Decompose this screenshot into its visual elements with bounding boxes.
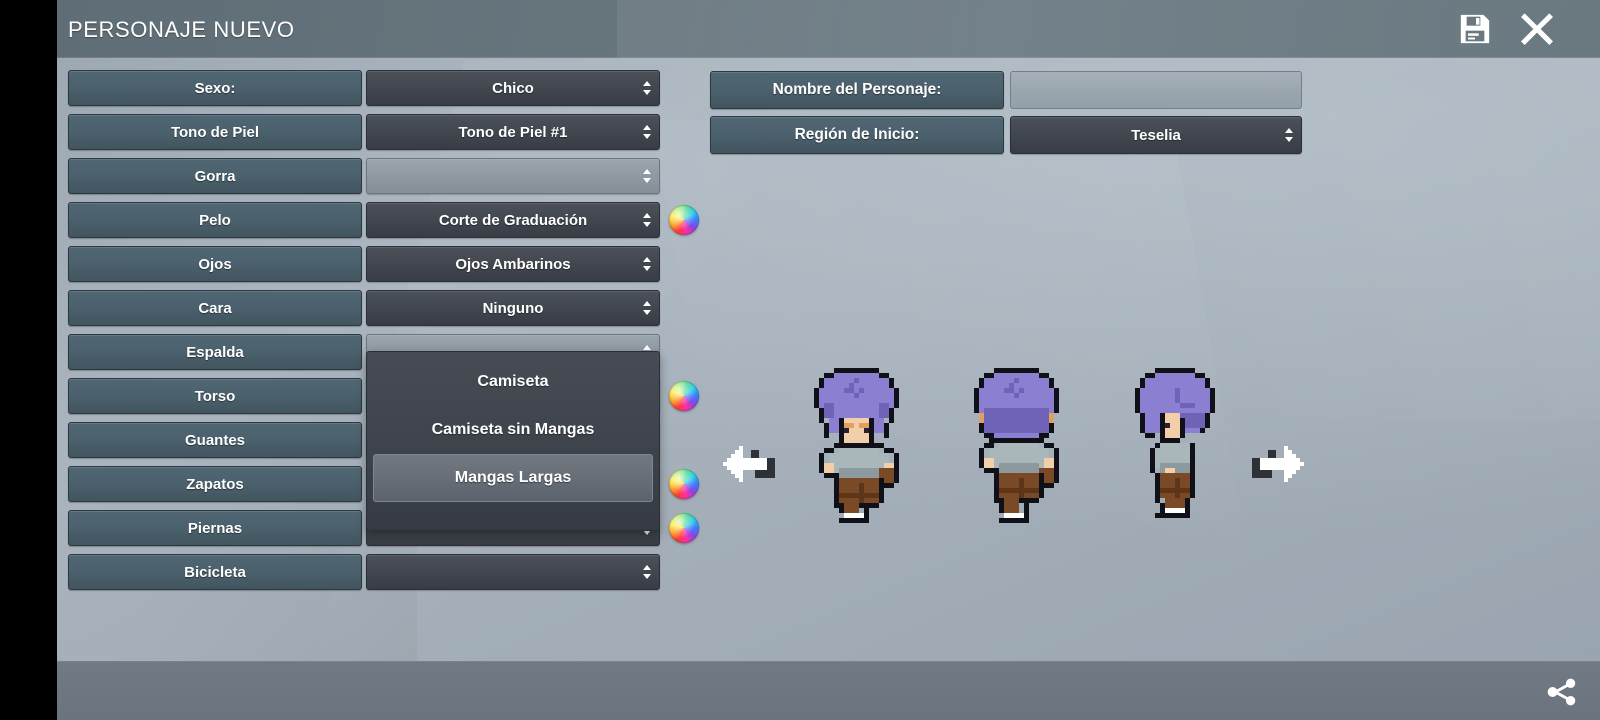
- option-label-2[interactable]: Gorra: [68, 158, 362, 194]
- option-label-7[interactable]: Torso: [68, 378, 362, 414]
- dropdown-option-label: Camiseta: [477, 373, 549, 390]
- option-label-text: Sexo:: [194, 79, 236, 97]
- option-label-9[interactable]: Zapatos: [68, 466, 362, 502]
- option-combo-value: Ninguno: [482, 299, 544, 317]
- arrow-right-icon[interactable]: [1232, 438, 1308, 494]
- chevron-updown-icon: [643, 300, 652, 316]
- option-label-11[interactable]: Bicicleta: [68, 554, 362, 590]
- option-label-4[interactable]: Ojos: [68, 246, 362, 282]
- option-combo-value: Ojos Ambarinos: [455, 255, 571, 273]
- color-wheel-button-7[interactable]: [669, 381, 699, 411]
- chevron-updown-icon: [643, 80, 652, 96]
- option-combo-1[interactable]: Tono de Piel #1: [366, 114, 660, 150]
- start-region-label: Región de Inicio:: [710, 116, 1004, 154]
- chevron-updown-icon: [643, 256, 652, 272]
- option-combo-5[interactable]: Ninguno: [366, 290, 660, 326]
- dropdown-option-0[interactable]: Camiseta: [373, 358, 653, 406]
- option-label-0[interactable]: Sexo:: [68, 70, 362, 106]
- arrow-left-icon[interactable]: [719, 438, 795, 494]
- titlebar: PERSONAJE NUEVO: [57, 0, 1600, 58]
- option-combo-4[interactable]: Ojos Ambarinos: [366, 246, 660, 282]
- option-label-8[interactable]: Guantes: [68, 422, 362, 458]
- option-combo-3[interactable]: Corte de Graduación: [366, 202, 660, 238]
- option-label-text: Torso: [194, 387, 236, 405]
- bottom-bar: [57, 661, 1600, 720]
- color-wheel-button-3[interactable]: [669, 205, 699, 235]
- page-title: PERSONAJE NUEVO: [68, 17, 295, 42]
- option-combo-value: Tono de Piel #1: [458, 123, 568, 141]
- torso-dropdown-list[interactable]: Camiseta Camiseta sin Mangas Mangas Largas: [366, 351, 660, 531]
- option-label-text: Bicicleta: [184, 563, 246, 581]
- option-label-text: Tono de Piel: [170, 123, 260, 141]
- chevron-updown-icon: [643, 124, 652, 140]
- backdrop-facet: [1007, 0, 1600, 420]
- option-combo-0[interactable]: Chico: [366, 70, 660, 106]
- color-wheel-button-10[interactable]: [669, 513, 699, 543]
- dropdown-option-label: Mangas Largas: [454, 469, 572, 486]
- option-combo-2[interactable]: [366, 158, 660, 194]
- close-x-icon[interactable]: [1516, 9, 1558, 49]
- option-label-text: Pelo: [199, 211, 231, 229]
- option-label-5[interactable]: Cara: [68, 290, 362, 326]
- option-label-text: Guantes: [184, 431, 245, 449]
- screen: PERSONAJE NUEVO Sexo: Chico Tono de Piel To…: [0, 0, 1600, 720]
- option-label-10[interactable]: Piernas: [68, 510, 362, 546]
- option-combo-value: Corte de Graduación: [438, 211, 588, 229]
- sprite-front: [814, 368, 899, 523]
- option-label-text: Gorra: [194, 167, 236, 185]
- option-combo-value: Chico: [492, 79, 534, 97]
- chevron-updown-icon: [1285, 127, 1294, 143]
- start-region-value: Teselia: [1131, 126, 1181, 144]
- chevron-updown-icon: [643, 564, 652, 580]
- option-label-text: Zapatos: [186, 475, 244, 493]
- color-wheel-button-9[interactable]: [669, 469, 699, 499]
- chevron-updown-icon: [643, 168, 652, 184]
- dropdown-option-1[interactable]: Camiseta sin Mangas: [373, 406, 653, 454]
- option-label-text: Piernas: [187, 519, 243, 537]
- sprite-side: [1135, 368, 1215, 518]
- option-label-1[interactable]: Tono de Piel: [68, 114, 362, 150]
- titlebar-sheen: [617, 0, 1037, 58]
- dropdown-option-2[interactable]: Mangas Largas: [373, 454, 653, 502]
- option-combo-11[interactable]: [366, 554, 660, 590]
- share-nodes-icon[interactable]: [1542, 674, 1580, 710]
- option-label-text: Espalda: [186, 343, 244, 361]
- chevron-updown-icon: [643, 212, 652, 228]
- app-viewport: PERSONAJE NUEVO Sexo: Chico Tono de Piel To…: [57, 0, 1600, 720]
- option-label-text: Cara: [198, 299, 232, 317]
- start-region-combo[interactable]: Teselia: [1010, 116, 1302, 154]
- character-name-label: Nombre del Personaje:: [710, 71, 1004, 109]
- sprite-back: [974, 368, 1059, 523]
- dropdown-option-label: Camiseta sin Mangas: [431, 421, 595, 438]
- floppy-disk-save-icon[interactable]: [1454, 9, 1496, 49]
- option-label-3[interactable]: Pelo: [68, 202, 362, 238]
- character-name-input[interactable]: [1010, 71, 1302, 109]
- option-label-6[interactable]: Espalda: [68, 334, 362, 370]
- option-label-text: Ojos: [198, 255, 232, 273]
